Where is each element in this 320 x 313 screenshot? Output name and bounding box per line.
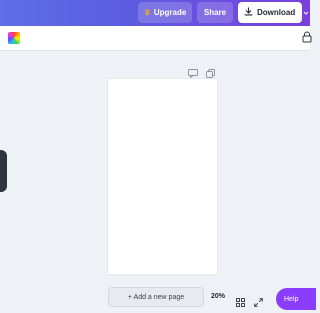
add-page-label: + Add a new page <box>127 293 185 301</box>
add-page-button[interactable]: + Add a new page <box>108 287 204 307</box>
share-label: Share <box>203 8 227 17</box>
side-panel-toggle[interactable] <box>0 150 7 192</box>
share-button[interactable]: Share <box>197 2 233 23</box>
lock-icon[interactable] <box>302 30 312 48</box>
upgrade-button[interactable]: ♛ Upgrade <box>138 2 192 23</box>
download-icon <box>244 7 253 18</box>
top-toolbar: ♛ Upgrade Share Download <box>0 0 310 26</box>
upgrade-label: Upgrade <box>153 8 187 17</box>
fullscreen-icon[interactable] <box>254 294 263 312</box>
chevron-down-icon[interactable] <box>302 2 310 23</box>
help-label: Help <box>284 295 299 303</box>
color-swatch-icon[interactable] <box>8 32 20 44</box>
help-button[interactable]: Help <box>276 288 316 310</box>
zoom-level[interactable]: 20% <box>211 293 225 300</box>
design-page-canvas[interactable] <box>108 79 217 274</box>
download-button[interactable]: Download <box>238 2 302 23</box>
editor-toolbar <box>0 26 310 51</box>
grid-view-icon[interactable] <box>236 294 245 312</box>
download-label: Download <box>257 8 296 17</box>
crown-icon: ♛ <box>143 7 151 17</box>
